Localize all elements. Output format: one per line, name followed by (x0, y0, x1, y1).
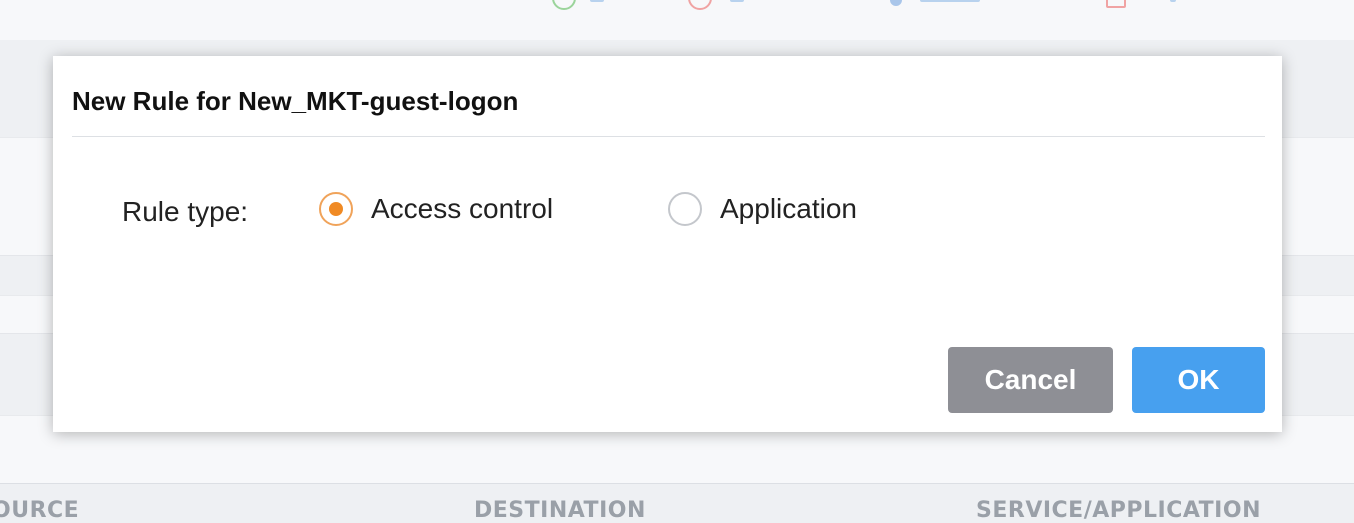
add-icon[interactable] (552, 0, 576, 10)
radio-label-access-control[interactable]: Access control (371, 193, 553, 225)
column-header-service-application[interactable]: SERVICE/APPLICATION (976, 498, 1261, 523)
delete-icon[interactable] (688, 0, 712, 10)
ok-button[interactable]: OK (1132, 347, 1265, 413)
new-rule-dialog: New Rule for New_MKT-guest-logon Rule ty… (53, 56, 1282, 432)
toolbar-label (590, 0, 604, 2)
radio-unselected-icon[interactable] (668, 192, 702, 226)
move-icon[interactable] (890, 0, 902, 6)
column-header-source[interactable]: OURCE (0, 498, 79, 523)
column-header-destination[interactable]: DESTINATION (474, 498, 646, 523)
cancel-button[interactable]: Cancel (948, 347, 1113, 413)
toolbar-label (730, 0, 744, 2)
title-divider (72, 136, 1265, 137)
background-toolbar (0, 0, 1354, 41)
radio-selected-icon[interactable] (319, 192, 353, 226)
rule-type-label: Rule type: (122, 196, 249, 227)
toolbar-label (920, 0, 980, 2)
dialog-title: New Rule for New_MKT-guest-logon (72, 86, 519, 116)
radio-option-application[interactable]: Application (668, 192, 857, 226)
radio-option-access-control[interactable]: Access control (319, 192, 553, 226)
toolbar-label (1170, 0, 1176, 2)
radio-label-application[interactable]: Application (720, 193, 857, 225)
document-icon[interactable] (1106, 0, 1126, 8)
